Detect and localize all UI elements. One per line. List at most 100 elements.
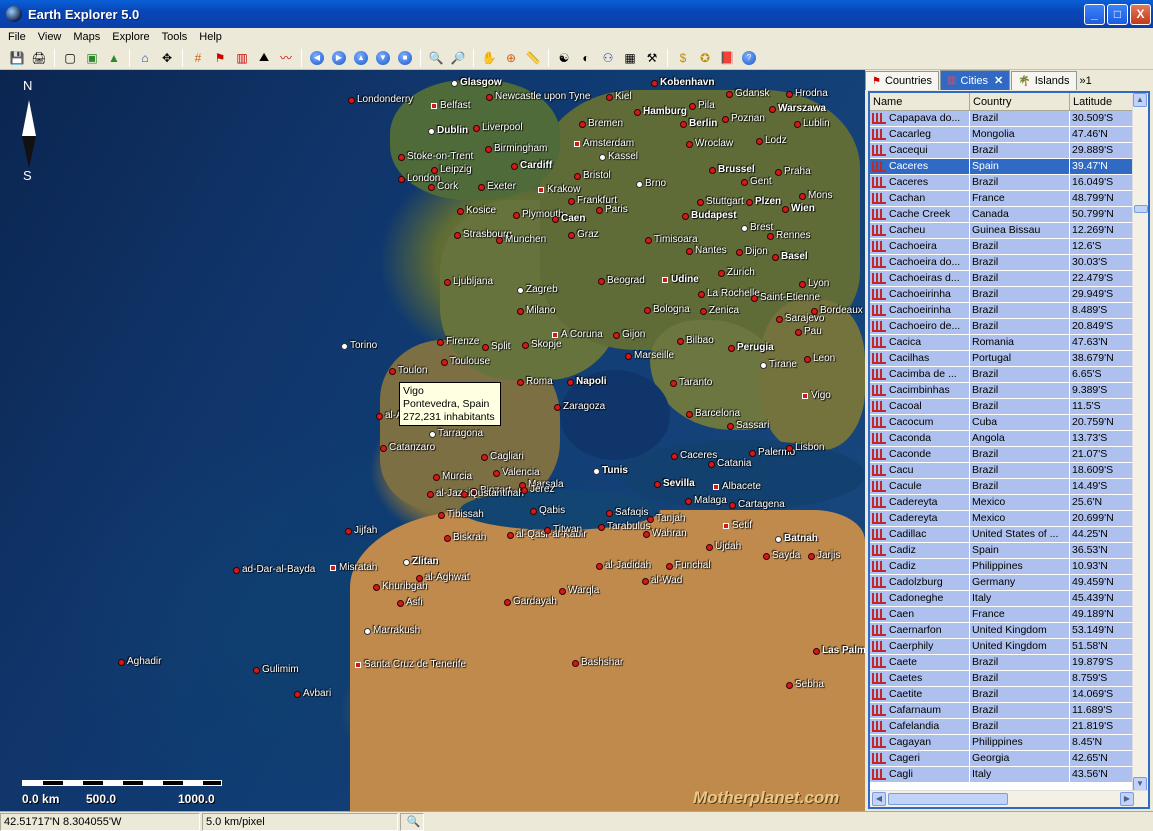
city-marker[interactable] [478, 184, 485, 191]
seismograph-icon[interactable]: 〰 [276, 48, 296, 68]
city-marker[interactable] [670, 380, 677, 387]
pan-down-icon[interactable]: ▼ [373, 48, 393, 68]
city-marker[interactable] [376, 413, 383, 420]
close-button[interactable]: X [1130, 4, 1151, 25]
scroll-up-icon[interactable]: ▲ [1133, 93, 1147, 107]
table-row[interactable]: Cacequi Brazil 29.889'S [870, 143, 1134, 159]
city-marker[interactable] [599, 154, 606, 161]
magnifier-icon[interactable]: 🔍 [400, 812, 424, 831]
city-marker[interactable] [808, 553, 815, 560]
city-marker[interactable] [741, 179, 748, 186]
city-marker[interactable] [444, 535, 451, 542]
menu-view[interactable]: View [32, 31, 68, 43]
city-marker[interactable] [736, 249, 743, 256]
city-marker[interactable] [482, 344, 489, 351]
table-row[interactable]: Cageri Georgia 42.65'N [870, 751, 1134, 767]
minimize-button[interactable]: _ [1084, 4, 1105, 25]
city-marker[interactable] [473, 125, 480, 132]
city-marker[interactable] [552, 216, 559, 223]
horizontal-scroll-thumb[interactable] [888, 793, 1008, 805]
city-marker[interactable] [760, 362, 767, 369]
pan-right-icon[interactable]: ▶ [329, 48, 349, 68]
ruler-icon[interactable]: 📏 [523, 48, 543, 68]
city-marker[interactable] [496, 237, 503, 244]
menu-help[interactable]: Help [193, 31, 228, 43]
flag-icon[interactable]: ⚑ [210, 48, 230, 68]
table-row[interactable]: Cagayan Philippines 8.45'N [870, 735, 1134, 751]
city-marker[interactable] [493, 470, 500, 477]
table-row[interactable]: Caconda Angola 13.73'S [870, 431, 1134, 447]
table-row[interactable]: Caetite Brazil 14.069'S [870, 687, 1134, 703]
city-marker[interactable] [634, 109, 641, 116]
city-marker[interactable] [568, 232, 575, 239]
city-marker[interactable] [644, 307, 651, 314]
table-row[interactable]: Cacimba de ... Brazil 6.65'S [870, 367, 1134, 383]
frame-icon[interactable]: ▢ [60, 48, 80, 68]
city-marker[interactable] [651, 80, 658, 87]
city-marker[interactable] [403, 559, 410, 566]
city-marker[interactable] [596, 207, 603, 214]
table-row[interactable]: Cafelandia Brazil 21.819'S [870, 719, 1134, 735]
city-marker[interactable] [517, 287, 524, 294]
target-icon[interactable]: ⊕ [501, 48, 521, 68]
pan-left-icon[interactable]: ◀ [307, 48, 327, 68]
city-marker[interactable] [398, 176, 405, 183]
city-marker[interactable] [799, 193, 806, 200]
city-marker[interactable] [552, 332, 558, 338]
city-marker[interactable] [330, 565, 336, 571]
city-marker[interactable] [794, 121, 801, 128]
city-marker[interactable] [554, 404, 561, 411]
city-marker[interactable] [438, 512, 445, 519]
vertical-scroll-thumb[interactable] [1134, 205, 1148, 213]
table-row[interactable]: Cadillac United States of ... 44.25'N [870, 527, 1134, 543]
city-marker[interactable] [485, 146, 492, 153]
city-marker[interactable] [373, 584, 380, 591]
city-marker[interactable] [598, 524, 605, 531]
city-marker[interactable] [751, 295, 758, 302]
table-row[interactable]: Cachoeira do... Brazil 30.03'S [870, 255, 1134, 271]
city-marker[interactable] [253, 667, 260, 674]
table-row[interactable]: Cacule Brazil 14.49'S [870, 479, 1134, 495]
table-row[interactable]: Cacheu Guinea Bissau 12.269'N [870, 223, 1134, 239]
yin-yang-icon[interactable]: ☯ [554, 48, 574, 68]
menu-maps[interactable]: Maps [67, 31, 106, 43]
save-icon[interactable]: 💾 [7, 48, 27, 68]
city-marker[interactable] [572, 660, 579, 667]
tab-countries[interactable]: ⚑ Countries [865, 71, 940, 90]
table-row[interactable]: Caconde Brazil 21.07'S [870, 447, 1134, 463]
city-marker[interactable] [513, 212, 520, 219]
table-row[interactable]: Caen France 49.189'N [870, 607, 1134, 623]
city-marker[interactable] [598, 278, 605, 285]
menu-file[interactable]: File [2, 31, 32, 43]
city-marker[interactable] [642, 578, 649, 585]
column-country[interactable]: Country [970, 93, 1070, 110]
city-marker[interactable] [697, 199, 704, 206]
city-marker[interactable] [802, 393, 808, 399]
close-tab-icon[interactable]: ✕ [994, 74, 1003, 87]
calculator-icon[interactable]: ▦ [620, 48, 640, 68]
menu-explore[interactable]: Explore [106, 31, 155, 43]
terrain-icon[interactable]: ▣ [82, 48, 102, 68]
table-row[interactable]: Cachoeiro de... Brazil 20.849'S [870, 319, 1134, 335]
city-marker[interactable] [428, 128, 435, 135]
table-row[interactable]: Cachan France 48.799'N [870, 191, 1134, 207]
city-marker[interactable] [756, 138, 763, 145]
tree-icon[interactable]: ▲ [104, 48, 124, 68]
zoom-in-icon[interactable]: 🔍 [426, 48, 446, 68]
table-row[interactable]: Cache Creek Canada 50.799'N [870, 207, 1134, 223]
city-marker[interactable] [706, 544, 713, 551]
city-marker[interactable] [813, 648, 820, 655]
city-marker[interactable] [786, 91, 793, 98]
city-marker[interactable] [294, 691, 301, 698]
tab-islands[interactable]: 🌴 Islands [1011, 71, 1077, 90]
city-marker[interactable] [729, 502, 736, 509]
city-marker[interactable] [782, 206, 789, 213]
city-marker[interactable] [775, 536, 782, 543]
city-marker[interactable] [441, 359, 448, 366]
city-marker[interactable] [517, 379, 524, 386]
city-marker[interactable] [686, 141, 693, 148]
city-marker[interactable] [767, 233, 774, 240]
city-marker[interactable] [749, 450, 756, 457]
city-marker[interactable] [786, 682, 793, 689]
table-row[interactable]: Cacica Romania 47.63'N [870, 335, 1134, 351]
